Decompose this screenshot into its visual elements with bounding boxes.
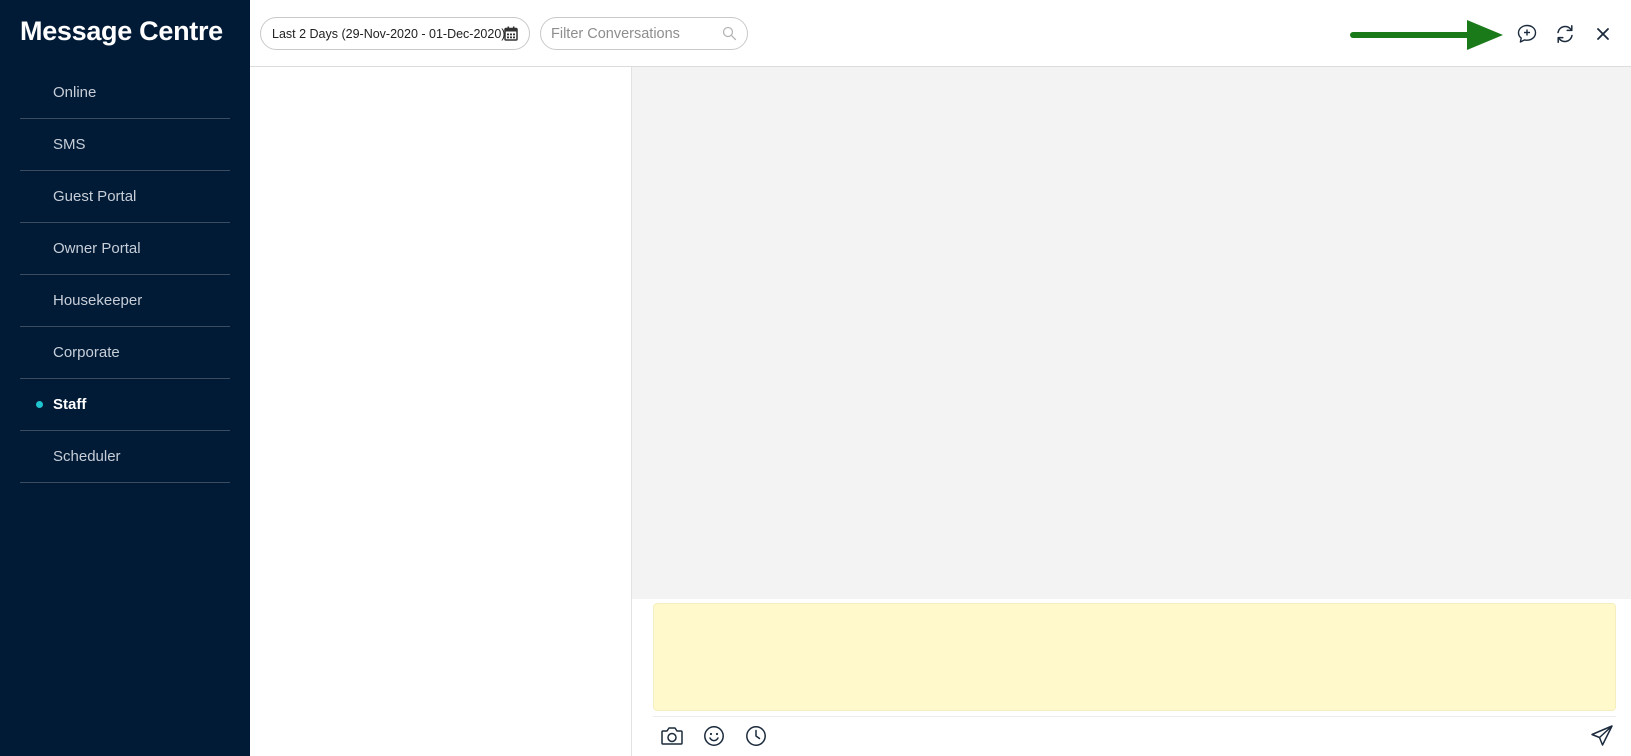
refresh-icon[interactable]: [1552, 21, 1578, 47]
annotation-arrow-icon: [1350, 20, 1503, 50]
clock-icon[interactable]: [742, 722, 770, 750]
app-title: Message Centre: [20, 16, 223, 46]
composer-divider: [653, 716, 1616, 717]
sidebar-item-owner-portal[interactable]: Owner Portal: [20, 223, 230, 275]
emoji-icon[interactable]: [700, 722, 728, 750]
active-indicator-dot: [36, 401, 43, 408]
sidebar-item-sms[interactable]: SMS: [20, 119, 230, 171]
message-composer: [632, 599, 1631, 756]
top-toolbar: Last 2 Days (29-Nov-2020 - 01-Dec-2020): [250, 0, 1631, 67]
close-icon[interactable]: [1590, 21, 1616, 47]
sidebar-item-label: Online: [53, 84, 97, 101]
filter-conversations: [540, 17, 748, 50]
sidebar-item-online[interactable]: Online: [20, 67, 230, 119]
date-range-label: Last 2 Days (29-Nov-2020 - 01-Dec-2020): [272, 26, 506, 41]
sidebar-nav: Online SMS Guest Portal Owner Portal Hou…: [20, 67, 230, 483]
filter-conversations-input[interactable]: [551, 23, 721, 45]
sidebar-item-guest-portal[interactable]: Guest Portal: [20, 171, 230, 223]
sidebar: Message Centre Online SMS Guest Portal O…: [0, 0, 250, 756]
sidebar-item-label: Guest Portal: [53, 188, 137, 205]
message-thread: [632, 67, 1631, 599]
sidebar-item-corporate[interactable]: Corporate: [20, 327, 230, 379]
sidebar-item-label: Owner Portal: [53, 240, 141, 257]
sidebar-item-label: Housekeeper: [53, 292, 143, 309]
sidebar-item-label: SMS: [53, 136, 86, 153]
camera-icon[interactable]: [658, 722, 686, 750]
conversation-list[interactable]: [250, 67, 632, 756]
sidebar-item-scheduler[interactable]: Scheduler: [20, 431, 230, 483]
send-icon[interactable]: [1588, 722, 1616, 750]
date-range-picker[interactable]: Last 2 Days (29-Nov-2020 - 01-Dec-2020): [260, 17, 530, 50]
sidebar-item-housekeeper[interactable]: Housekeeper: [20, 275, 230, 327]
sidebar-item-label: Staff: [53, 396, 87, 413]
search-icon[interactable]: [722, 26, 737, 46]
sidebar-item-staff[interactable]: Staff: [20, 379, 230, 431]
sidebar-item-label: Scheduler: [53, 448, 121, 465]
sidebar-item-label: Corporate: [53, 344, 120, 361]
new-message-icon[interactable]: [1514, 21, 1540, 47]
calendar-icon: [504, 26, 518, 44]
message-input[interactable]: [653, 603, 1616, 711]
